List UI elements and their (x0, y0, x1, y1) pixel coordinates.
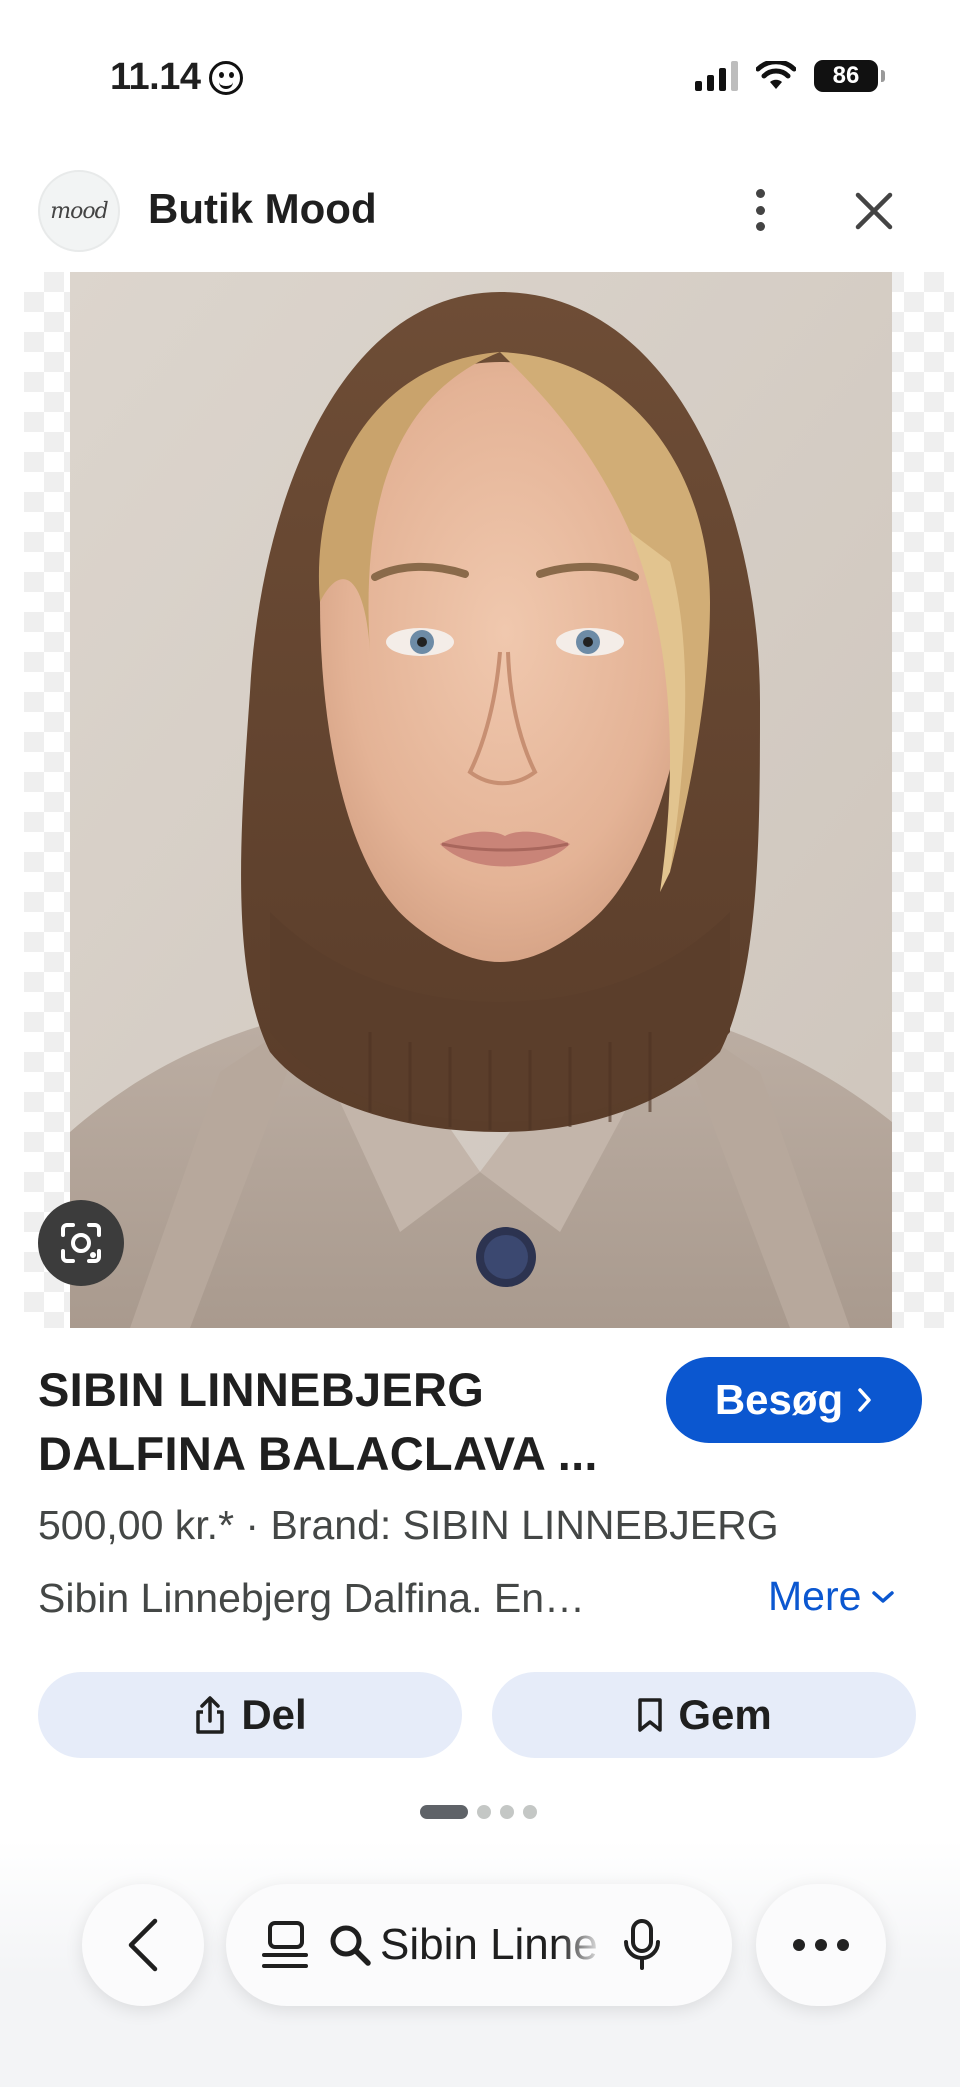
signal-icon (695, 61, 738, 91)
tabs-icon[interactable] (260, 1919, 310, 1971)
site-logo-text: mood (50, 198, 108, 224)
page-dot (477, 1805, 491, 1819)
bookmark-icon (638, 1698, 663, 1732)
back-button[interactable] (82, 1884, 204, 2006)
status-time-text: 11.14 (110, 56, 201, 98)
back-arrow-icon (128, 1918, 158, 1972)
status-time: 11.14 (110, 56, 243, 99)
wifi-icon (756, 61, 796, 89)
more-link[interactable]: Mere (768, 1573, 895, 1620)
search-query[interactable]: Sibin Linne (380, 1920, 604, 1970)
smiley-icon (208, 60, 243, 95)
page-dot (523, 1805, 537, 1819)
status-bar: 11.14 86 (0, 0, 960, 150)
chevron-down-icon (872, 1590, 895, 1603)
close-icon[interactable] (852, 189, 896, 233)
battery-level: 86 (832, 62, 860, 89)
site-logo[interactable]: mood (38, 170, 120, 252)
more-link-label: Mere (768, 1573, 862, 1619)
save-button[interactable]: Gem (492, 1672, 916, 1758)
share-icon (196, 1696, 225, 1734)
page-dot-active (420, 1805, 468, 1819)
product-image[interactable] (70, 272, 892, 1328)
price-brand-line: 500,00 kr.* · Brand: SIBIN LINNEBJERG (38, 1502, 779, 1548)
site-name[interactable]: Butik Mood (148, 185, 377, 233)
mic-icon[interactable] (622, 1918, 662, 1972)
product-title[interactable]: SIBIN LINNEBJERG DALFINA BALACLAVA ... (38, 1358, 638, 1486)
product-description: Sibin Linnebjerg Dalfina. En… (38, 1575, 585, 1621)
status-icons: 86 (695, 60, 885, 92)
visit-button[interactable]: Besøg (666, 1357, 922, 1443)
battery-icon: 86 (814, 60, 885, 92)
search-icon (330, 1925, 371, 1966)
image-area (24, 272, 954, 1328)
product-photo-illustration (70, 272, 892, 1328)
viewer-header: mood Butik Mood (0, 165, 960, 255)
chevron-right-icon (858, 1388, 871, 1412)
page-indicator (420, 1805, 537, 1819)
page-dot (500, 1805, 514, 1819)
more-horiz-icon[interactable] (756, 1884, 886, 2006)
visit-button-label: Besøg (714, 1376, 844, 1423)
share-button[interactable]: Del (38, 1672, 462, 1758)
lens-icon (61, 1223, 101, 1263)
share-button-label: Del (241, 1691, 307, 1738)
search-field[interactable]: Sibin Linne (328, 1920, 604, 1970)
save-button-label: Gem (678, 1691, 772, 1738)
search-bar[interactable]: Sibin Linne (226, 1884, 732, 2006)
more-vert-icon[interactable] (742, 185, 778, 235)
lens-button[interactable] (38, 1200, 124, 1286)
